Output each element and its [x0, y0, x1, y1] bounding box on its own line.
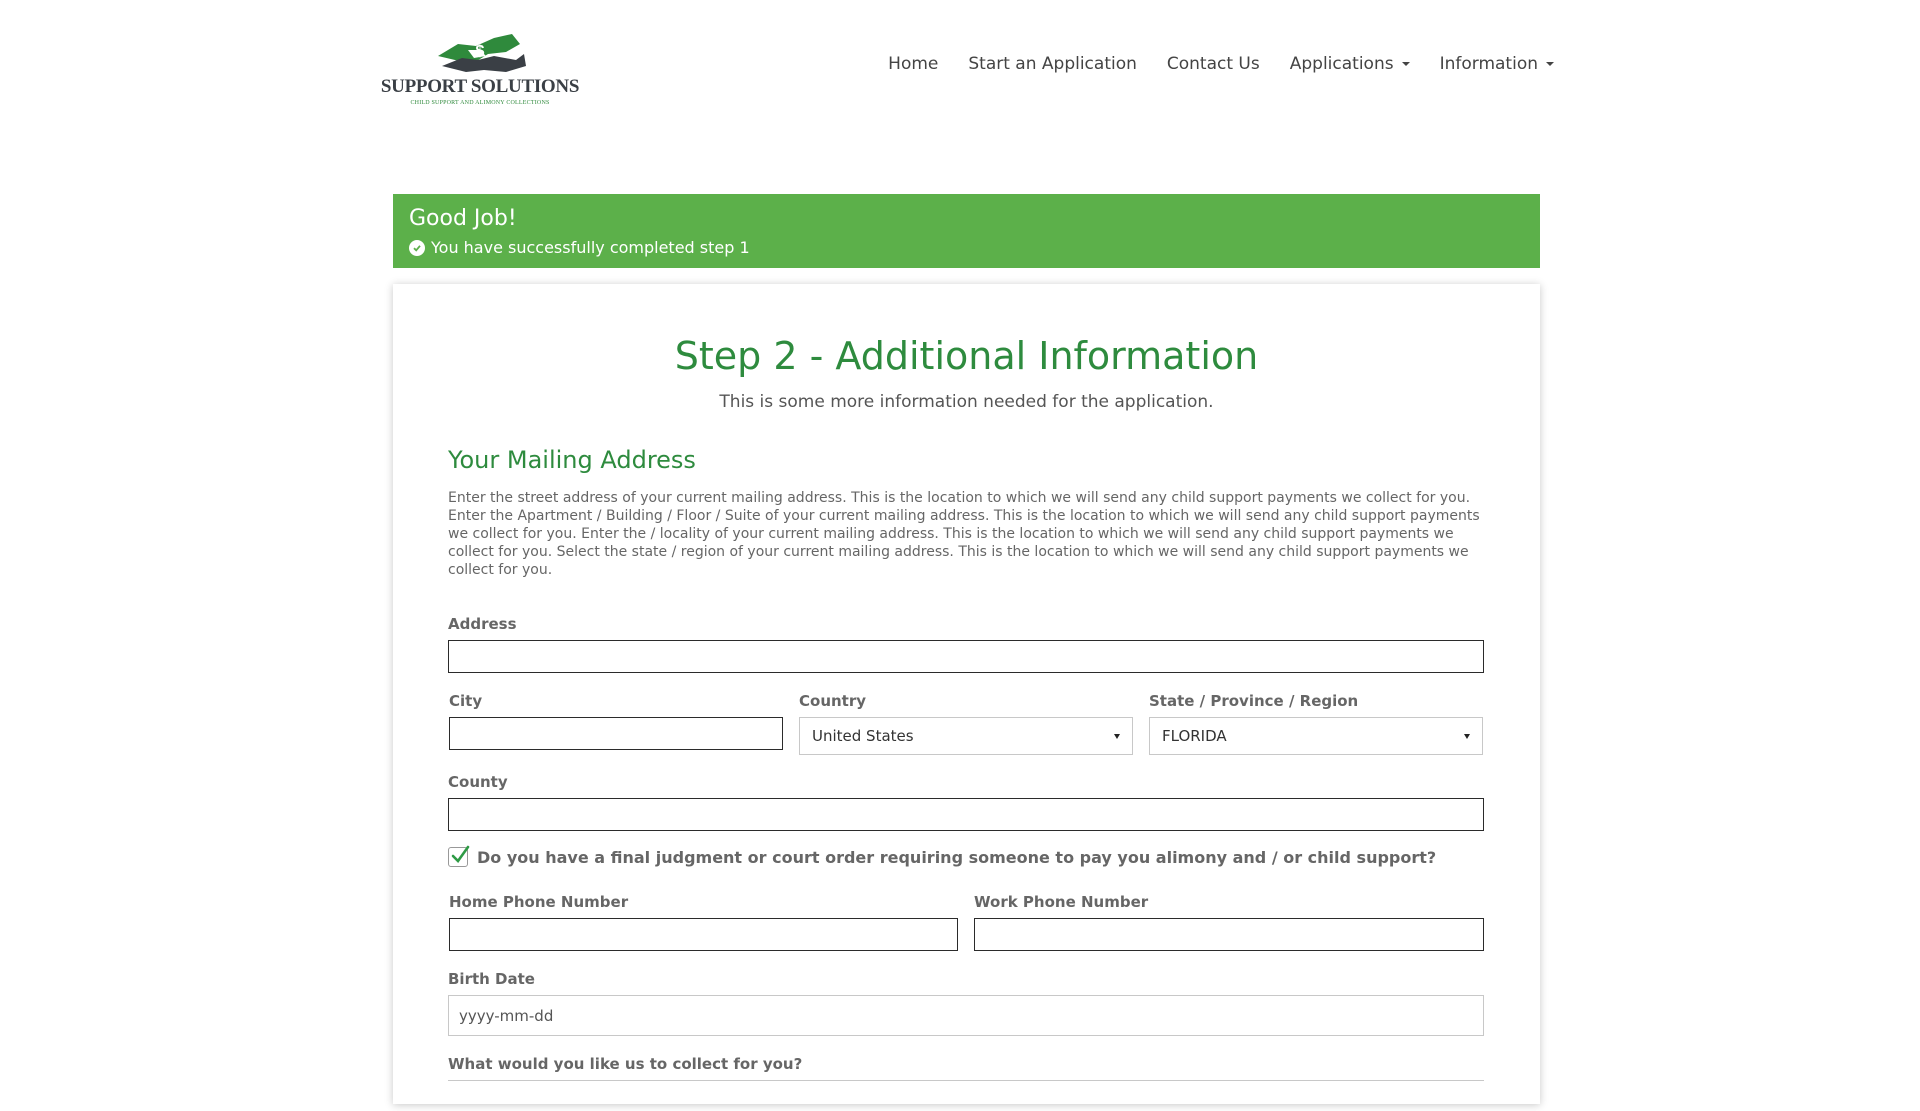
dropdown-arrow-icon [1464, 733, 1470, 739]
nav-start-application[interactable]: Start an Application [968, 54, 1137, 74]
state-label: State / Province / Region [1149, 692, 1359, 710]
collect-select[interactable] [448, 1080, 1484, 1111]
judgment-checkbox-row[interactable]: Do you have a final judgment or court or… [448, 845, 1437, 867]
home-phone-label: Home Phone Number [449, 893, 629, 911]
banner-title: Good Job! [409, 206, 517, 231]
check-circle-icon [409, 239, 425, 256]
mailing-section-description: Enter the street address of your current… [448, 490, 1480, 578]
city-input[interactable] [449, 717, 783, 750]
mailing-section-title: Your Mailing Address [448, 446, 696, 474]
nav-applications-label[interactable]: Applications [1290, 54, 1394, 74]
county-input[interactable] [448, 798, 1484, 831]
birth-date-input[interactable]: yyyy-mm-dd [448, 995, 1484, 1036]
collect-label: What would you like us to collect for yo… [448, 1055, 803, 1073]
birth-date-placeholder: yyyy-mm-dd [459, 1006, 554, 1025]
brand-name: SUPPORT SOLUTIONS [380, 76, 580, 97]
nav-contact-us-label[interactable]: Contact Us [1167, 54, 1260, 74]
county-label: County [448, 773, 508, 791]
state-selected-value: FLORIDA [1162, 727, 1227, 745]
work-phone-label: Work Phone Number [974, 893, 1149, 911]
step-title: Step 2 - Additional Information [674, 334, 1259, 378]
nav-home[interactable]: Home [888, 54, 938, 74]
brand-tagline: CHILD SUPPORT AND ALIMONY COLLECTIONS [410, 100, 550, 106]
main-nav: Home Start an Application Contact Us App… [888, 54, 1554, 74]
svg-text:$: $ [476, 43, 485, 60]
city-label: City [449, 692, 483, 710]
nav-start-application-label[interactable]: Start an Application [968, 54, 1137, 74]
country-label: Country [799, 692, 867, 710]
banner-message: You have successfully completed step 1 [431, 238, 750, 257]
page: $ SUPPORT SOLUTIONS CHILD SUPPORT AND AL… [0, 0, 1920, 1104]
nav-information-label[interactable]: Information [1440, 54, 1538, 74]
application-card: Step 2 - Additional Information This is … [393, 284, 1540, 1104]
brand-logo[interactable]: $ SUPPORT SOLUTIONS CHILD SUPPORT AND AL… [376, 26, 584, 116]
banner-message-row: You have successfully completed step 1 [409, 238, 750, 257]
nav-information-dropdown[interactable]: Information [1440, 54, 1554, 74]
state-select[interactable]: FLORIDA [1149, 717, 1483, 755]
address-input[interactable] [448, 640, 1484, 673]
home-phone-input[interactable] [449, 918, 958, 951]
nav-applications-dropdown[interactable]: Applications [1290, 54, 1410, 74]
success-banner: Good Job! You have successfully complete… [393, 194, 1540, 268]
step-subtitle: This is some more information needed for… [719, 392, 1214, 412]
birth-date-label: Birth Date [448, 970, 535, 988]
country-select[interactable]: United States [799, 717, 1133, 755]
checkmark-icon [451, 845, 470, 864]
dropdown-arrow-icon [1114, 733, 1120, 739]
caret-down-icon [1546, 62, 1554, 66]
handshake-logo-icon: $ [438, 34, 526, 72]
address-label: Address [448, 615, 517, 633]
country-selected-value: United States [812, 727, 914, 745]
judgment-question-label: Do you have a final judgment or court or… [477, 847, 1437, 867]
nav-contact-us[interactable]: Contact Us [1167, 54, 1260, 74]
judgment-checkbox[interactable] [448, 845, 470, 867]
nav-home-label[interactable]: Home [888, 54, 938, 74]
caret-down-icon [1401, 62, 1410, 66]
work-phone-input[interactable] [974, 918, 1484, 951]
